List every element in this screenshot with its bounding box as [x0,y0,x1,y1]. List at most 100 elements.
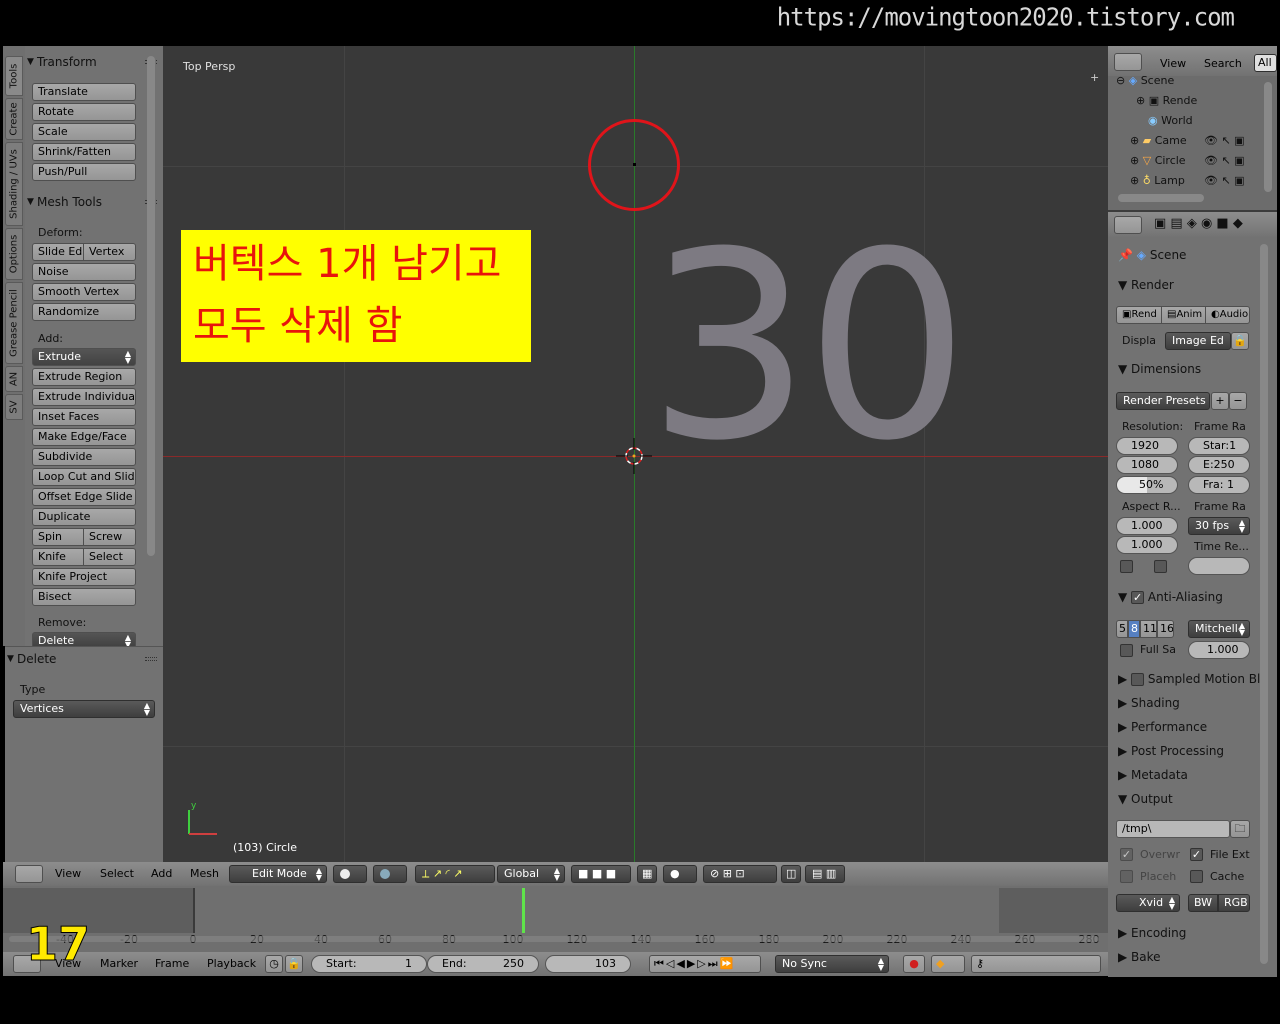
shading-panel-header[interactable]: ▶ Shading [1118,696,1180,710]
select-mode-buttons[interactable]: ■ ■ ■ [571,865,631,883]
outliner-menu-search[interactable]: Search [1204,57,1242,70]
keying-set-icon[interactable]: ◆ [931,955,965,973]
loop-cut-slide-button[interactable]: Loop Cut and Slide [32,468,136,486]
frame-step-field[interactable]: Fra: 1 [1188,476,1250,494]
motion-blur-checkbox[interactable] [1131,673,1145,686]
spin-button[interactable]: Spin [32,528,84,546]
extrude-individual-button[interactable]: Extrude Individual [32,388,136,406]
knife-project-button[interactable]: Knife Project [32,568,136,586]
post-processing-panel-header[interactable]: ▶ Post Processing [1118,744,1224,758]
properties-scrollbar[interactable] [1260,244,1268,964]
keying-set-field[interactable]: ⚷ [971,955,1101,973]
aa-checkbox[interactable]: ✓ [1131,591,1145,604]
folder-icon[interactable]: 🗀 [1230,820,1250,838]
cache-checkbox[interactable] [1190,870,1203,883]
metadata-panel-header[interactable]: ▶ Metadata [1118,768,1188,782]
rgb-button[interactable]: RGB [1218,894,1250,912]
outliner-menu-view[interactable]: View [1160,57,1186,70]
start-frame-field[interactable]: Start: 1 [311,955,427,973]
subdivide-button[interactable]: Subdivide [32,448,136,466]
remaining-vertex[interactable] [633,163,636,166]
outliner-filter-dropdown[interactable]: All [1254,54,1277,72]
timeline-menu-frame[interactable]: Frame [155,957,189,970]
aspect-x-field[interactable]: 1.000 [1116,517,1178,535]
fps-dropdown[interactable]: 30 fps ▲ ▼ [1188,517,1250,535]
full-sample-checkbox[interactable] [1120,644,1133,657]
smooth-vertex-button[interactable]: Smooth Vertex [32,283,136,301]
pin-icon[interactable]: 📌 [1118,248,1133,262]
duplicate-button[interactable]: Duplicate [32,508,136,526]
crop-checkbox[interactable] [1154,560,1167,573]
menu-mesh[interactable]: Mesh [190,867,219,880]
preview-range-icon[interactable]: ◷ [265,955,283,973]
overwrite-checkbox[interactable]: ✓ [1120,848,1133,861]
motion-blur-panel-header[interactable]: ▶ Sampled Motion Bl [1118,672,1260,686]
visibility-icons[interactable]: 👁 ↖ ▣ [1204,174,1245,187]
proportional-edit-dropdown[interactable]: ● [663,865,697,883]
outliner-vscrollbar[interactable] [1264,82,1272,192]
output-path-field[interactable]: /tmp\ [1116,820,1230,838]
noise-button[interactable]: Noise [32,263,136,281]
shrink-fatten-button[interactable]: Shrink/Fatten [32,143,136,161]
resolution-y-field[interactable]: 1080 [1116,456,1178,474]
tab-an[interactable]: AN [5,366,23,392]
aa-samples-16[interactable]: 16 [1157,620,1174,638]
resolution-x-field[interactable]: 1920 [1116,437,1178,455]
visibility-icons[interactable]: 👁 ↖ ▣ [1204,134,1245,147]
manipulator-buttons[interactable]: ⟂ ↗ ◜ ↗ [415,865,495,883]
transform-header[interactable]: ▼ Transform [25,52,163,72]
render-animation-button[interactable]: ▤Anim [1161,306,1206,324]
output-panel-header[interactable]: ▼ Output [1118,792,1173,806]
bw-button[interactable]: BW [1188,894,1218,912]
editor-type-icon[interactable] [15,865,43,883]
render-icon[interactable]: ◫ [781,865,801,883]
tab-options[interactable]: Options [5,228,23,280]
bisect-button[interactable]: Bisect [32,588,136,606]
placeholders-checkbox[interactable] [1120,870,1133,883]
limit-selection-icon[interactable]: ▦ [637,865,657,883]
tab-sv[interactable]: SV [5,394,23,420]
plus-icon[interactable]: + [1090,72,1102,85]
outliner-item-circle[interactable]: ⊕ ▽ Circle [1130,154,1186,167]
anti-aliasing-panel-header[interactable]: ▼ ✓ Anti-Aliasing [1118,590,1223,604]
mesh-tools-header[interactable]: ▼ Mesh Tools [25,192,163,212]
aa-filter-dropdown[interactable]: Mitchell- ▲ ▼ [1188,620,1250,638]
resolution-percent-slider[interactable]: 50% [1116,476,1178,494]
render-image-button[interactable]: ▣Rend [1116,306,1162,324]
performance-panel-header[interactable]: ▶ Performance [1118,720,1207,734]
make-edge-face-button[interactable]: Make Edge/Face [32,428,136,446]
extrude-dropdown[interactable]: Extrude ▲ ▼ [32,348,136,366]
add-preset-icon[interactable]: + [1211,392,1229,410]
filter-size-field[interactable]: 1.000 [1188,641,1250,659]
display-dropdown[interactable]: Image Ed [1165,332,1231,350]
aa-samples-8[interactable]: 8 [1128,620,1140,638]
visibility-icons[interactable]: 👁 ↖ ▣ [1204,154,1245,167]
outliner-item-camera[interactable]: ⊕ ▰ Came [1130,134,1187,147]
extrude-region-button[interactable]: Extrude Region [32,368,136,386]
current-frame-field[interactable]: 103 [545,955,631,973]
delete-panel-header[interactable]: ▼ Delete [5,649,163,669]
text-object-30[interactable]: 30 [647,218,969,476]
time-remap-fields[interactable] [1188,557,1250,575]
3d-viewport[interactable]: Top Persp 30 버텍스 1개 남기고 모두 삭제 함 y (103) … [163,46,1108,862]
delete-type-dropdown[interactable]: Vertices ▲ ▼ [13,700,155,718]
frame-end-field[interactable]: E:250 [1188,456,1250,474]
knife-button[interactable]: Knife [32,548,84,566]
drag-grip-icon[interactable] [145,657,157,661]
timeline-menu-playback[interactable]: Playback [207,957,256,970]
file-format-dropdown[interactable]: Xvid ▲ ▼ [1116,894,1180,912]
playback-controls[interactable]: ⏮◁◀▶▷⏭⏩ [649,955,761,973]
sync-dropdown[interactable]: No Sync ▲ ▼ [775,955,889,973]
pivot-dropdown[interactable] [373,865,407,883]
slide-vertex-button[interactable]: Vertex [83,243,136,261]
timeline-menu-marker[interactable]: Marker [100,957,138,970]
context-tab-icons[interactable]: ▣ ▤ ◈ ◉ ■ ◆ [1154,216,1243,231]
lock-icon[interactable]: 🔒 [285,955,303,973]
record-icon[interactable]: ● [903,955,925,973]
knife-select-button[interactable]: Select [83,548,136,566]
editor-type-icon[interactable] [1114,53,1142,71]
snap-buttons[interactable]: ⊘ ⊞ ⊡ [703,865,777,883]
orientation-dropdown[interactable]: Global ▲ ▼ [497,865,565,883]
delete-dropdown[interactable]: Delete ▲ ▼ [32,632,136,646]
outliner-item-renderlayers[interactable]: ⊕ ▣ Rende [1136,94,1197,107]
